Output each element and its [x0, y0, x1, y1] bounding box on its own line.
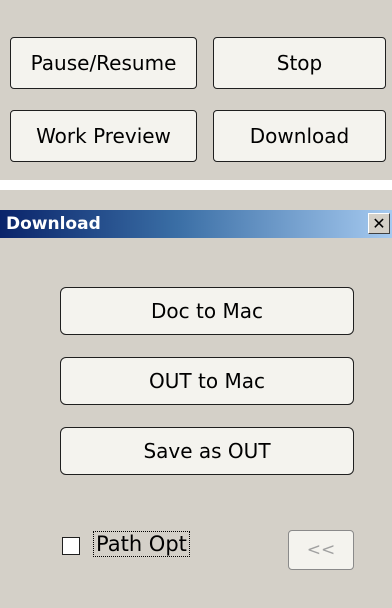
pause-resume-button[interactable]: Pause/Resume	[10, 37, 197, 89]
panel-divider	[0, 180, 392, 190]
dialog-title: Download	[6, 214, 101, 234]
collapse-button[interactable]: <<	[288, 530, 354, 570]
path-opt-label[interactable]: Path Opt	[93, 531, 190, 557]
out-to-mac-button[interactable]: OUT to Mac	[60, 357, 354, 405]
dialog-titlebar[interactable]: Download ✕	[0, 210, 392, 238]
save-as-out-button[interactable]: Save as OUT	[60, 427, 354, 475]
path-opt-checkbox[interactable]	[62, 537, 80, 555]
close-icon[interactable]: ✕	[368, 213, 390, 234]
work-preview-button[interactable]: Work Preview	[10, 110, 197, 162]
doc-to-mac-button[interactable]: Doc to Mac	[60, 287, 354, 335]
stop-button[interactable]: Stop	[213, 37, 386, 89]
control-panel: Pause/Resume Stop Work Preview Download	[0, 0, 392, 180]
download-button[interactable]: Download	[213, 110, 386, 162]
